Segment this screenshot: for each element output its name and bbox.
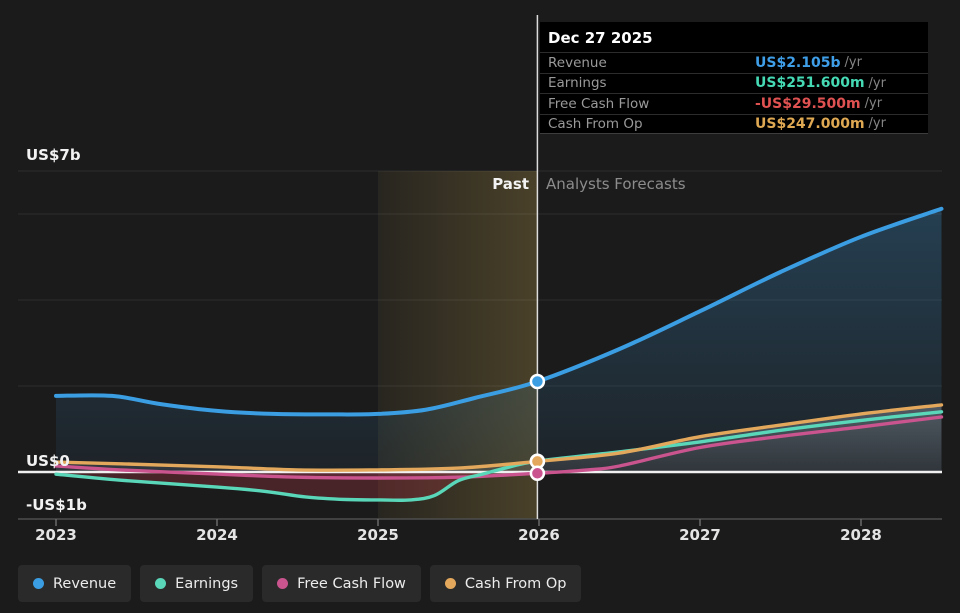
y-axis-label-zero: US$0 (26, 452, 70, 470)
y-axis-label-top: US$7b (26, 146, 81, 164)
tooltip-label: Earnings (548, 75, 755, 91)
tooltip-suffix: /yr (865, 96, 882, 111)
cash-from-op-series-dot-icon (445, 578, 456, 589)
legend-label: Cash From Op (465, 576, 567, 592)
x-axis-label-2027: 2027 (679, 526, 721, 544)
free-cash-flow-series-dot-icon (277, 578, 288, 589)
tooltip-suffix: /yr (869, 76, 886, 91)
tooltip-row-cash-from-op: Cash From Op US$247.000m /yr (540, 114, 928, 135)
legend-chip-free-cash-flow[interactable]: Free Cash Flow (262, 565, 421, 602)
legend-label: Revenue (53, 576, 116, 592)
chart-tooltip: Dec 27 2025 Revenue US$2.105b /yr Earnin… (540, 22, 928, 134)
revenue-series-dot-icon (33, 578, 44, 589)
x-axis-label-2026: 2026 (518, 526, 560, 544)
tooltip-suffix: /yr (845, 55, 862, 70)
x-axis-label-2024: 2024 (196, 526, 238, 544)
tooltip-label: Revenue (548, 55, 755, 71)
earnings-revenue-growth-chart: US$7b US$0 -US$1b 2023 2024 2025 2026 20… (0, 0, 960, 613)
tooltip-date: Dec 27 2025 (540, 22, 928, 52)
forecast-zone-label: Analysts Forecasts (546, 175, 686, 193)
earnings-series-dot-icon (155, 578, 166, 589)
tooltip-row-free-cash-flow: Free Cash Flow -US$29.500m /yr (540, 93, 928, 114)
tooltip-value: -US$29.500m (755, 96, 861, 112)
legend-chip-earnings[interactable]: Earnings (140, 565, 253, 602)
x-axis-label-2028: 2028 (840, 526, 882, 544)
chart-legend: Revenue Earnings Free Cash Flow Cash Fro… (18, 565, 581, 602)
tooltip-row-earnings: Earnings US$251.600m /yr (540, 73, 928, 94)
legend-label: Free Cash Flow (297, 576, 406, 592)
legend-label: Earnings (175, 576, 238, 592)
tooltip-label: Cash From Op (548, 116, 755, 132)
y-axis-label-negative: -US$1b (26, 496, 87, 514)
x-axis-label-2023: 2023 (35, 526, 77, 544)
tooltip-value: US$2.105b (755, 55, 841, 71)
tooltip-value: US$247.000m (755, 116, 865, 132)
tooltip-row-revenue: Revenue US$2.105b /yr (540, 52, 928, 73)
x-axis-label-2025: 2025 (357, 526, 399, 544)
legend-chip-revenue[interactable]: Revenue (18, 565, 131, 602)
tooltip-label: Free Cash Flow (548, 96, 755, 112)
tooltip-suffix: /yr (869, 116, 886, 131)
tooltip-value: US$251.600m (755, 75, 865, 91)
legend-chip-cash-from-op[interactable]: Cash From Op (430, 565, 582, 602)
past-zone-label: Past (0, 175, 529, 193)
